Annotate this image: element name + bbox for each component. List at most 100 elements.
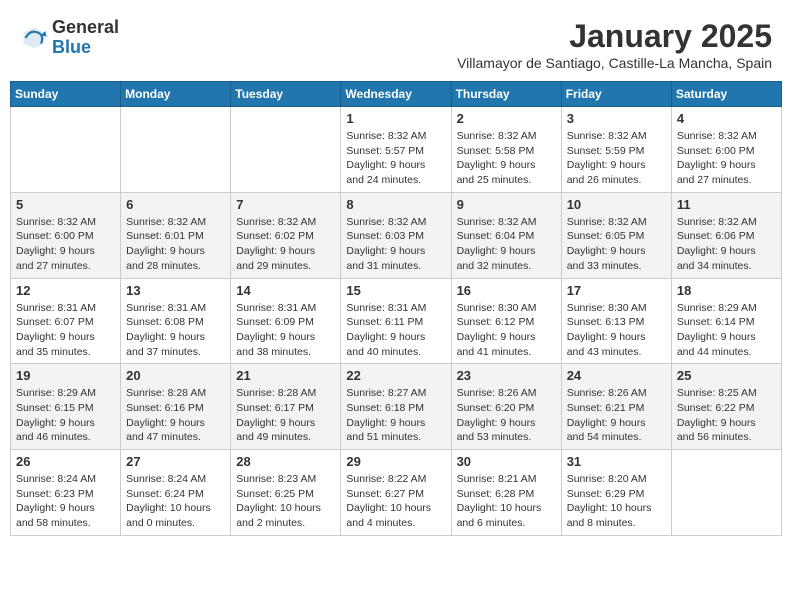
day-detail: Sunrise: 8:31 AM Sunset: 6:08 PM Dayligh… [126,301,225,360]
weekday-header-tuesday: Tuesday [231,82,341,107]
calendar-cell: 17 Sunrise: 8:30 AM Sunset: 6:13 PM Dayli… [561,278,671,364]
day-number: 10 [567,197,666,212]
day-detail: Sunrise: 8:26 AM Sunset: 6:20 PM Dayligh… [457,386,556,445]
day-detail: Sunrise: 8:20 AM Sunset: 6:29 PM Dayligh… [567,472,666,531]
day-detail: Sunrise: 8:24 AM Sunset: 6:24 PM Dayligh… [126,472,225,531]
calendar-cell: 1 Sunrise: 8:32 AM Sunset: 5:57 PM Daylig… [341,107,451,193]
calendar-week-row: 19Sunrise: 8:29 AM Sunset: 6:15 PM Dayli… [11,364,782,450]
title-area: January 2025 Villamayor de Santiago, Cas… [457,18,772,71]
calendar-week-row: 1 Sunrise: 8:32 AM Sunset: 5:57 PM Daylig… [11,107,782,193]
day-detail: Sunrise: 8:32 AM Sunset: 5:57 PM Dayligh… [346,129,445,188]
logo-icon [20,24,48,52]
day-detail: Sunrise: 8:30 AM Sunset: 6:13 PM Dayligh… [567,301,666,360]
calendar-cell: 10 Sunrise: 8:32 AM Sunset: 6:05 PM Dayli… [561,192,671,278]
day-number: 31 [567,454,666,469]
page-header: General Blue January 2025 Villamayor de … [10,10,782,75]
day-number: 29 [346,454,445,469]
calendar-cell: 28Sunrise: 8:23 AM Sunset: 6:25 PM Dayli… [231,450,341,536]
day-number: 3 [567,111,666,126]
day-detail: Sunrise: 8:32 AM Sunset: 5:58 PM Dayligh… [457,129,556,188]
weekday-header-friday: Friday [561,82,671,107]
calendar-cell [11,107,121,193]
day-number: 1 [346,111,445,126]
day-detail: Sunrise: 8:32 AM Sunset: 6:03 PM Dayligh… [346,215,445,274]
calendar-cell: 9 Sunrise: 8:32 AM Sunset: 6:04 PM Daylig… [451,192,561,278]
day-detail: Sunrise: 8:21 AM Sunset: 6:28 PM Dayligh… [457,472,556,531]
calendar-cell: 24Sunrise: 8:26 AM Sunset: 6:21 PM Dayli… [561,364,671,450]
day-number: 27 [126,454,225,469]
day-detail: Sunrise: 8:25 AM Sunset: 6:22 PM Dayligh… [677,386,776,445]
logo-blue-text: Blue [52,37,91,57]
day-detail: Sunrise: 8:32 AM Sunset: 6:05 PM Dayligh… [567,215,666,274]
day-detail: Sunrise: 8:32 AM Sunset: 5:59 PM Dayligh… [567,129,666,188]
day-detail: Sunrise: 8:29 AM Sunset: 6:14 PM Dayligh… [677,301,776,360]
logo-general-text: General [52,17,119,37]
day-detail: Sunrise: 8:32 AM Sunset: 6:00 PM Dayligh… [16,215,115,274]
calendar-cell: 14 Sunrise: 8:31 AM Sunset: 6:09 PM Dayli… [231,278,341,364]
day-detail: Sunrise: 8:28 AM Sunset: 6:17 PM Dayligh… [236,386,335,445]
day-detail: Sunrise: 8:31 AM Sunset: 6:09 PM Dayligh… [236,301,335,360]
calendar-table: SundayMondayTuesdayWednesdayThursdayFrid… [10,81,782,536]
day-number: 14 [236,283,335,298]
day-detail: Sunrise: 8:29 AM Sunset: 6:15 PM Dayligh… [16,386,115,445]
day-detail: Sunrise: 8:26 AM Sunset: 6:21 PM Dayligh… [567,386,666,445]
calendar-cell: 15 Sunrise: 8:31 AM Sunset: 6:11 PM Dayli… [341,278,451,364]
day-number: 17 [567,283,666,298]
day-detail: Sunrise: 8:32 AM Sunset: 6:04 PM Dayligh… [457,215,556,274]
day-detail: Sunrise: 8:22 AM Sunset: 6:27 PM Dayligh… [346,472,445,531]
day-number: 26 [16,454,115,469]
day-detail: Sunrise: 8:28 AM Sunset: 6:16 PM Dayligh… [126,386,225,445]
day-number: 18 [677,283,776,298]
calendar-cell: 18 Sunrise: 8:29 AM Sunset: 6:14 PM Dayli… [671,278,781,364]
calendar-cell: 4Sunrise: 8:32 AM Sunset: 6:00 PM Daylig… [671,107,781,193]
calendar-cell: 16 Sunrise: 8:30 AM Sunset: 6:12 PM Dayli… [451,278,561,364]
day-number: 15 [346,283,445,298]
calendar-cell: 19Sunrise: 8:29 AM Sunset: 6:15 PM Dayli… [11,364,121,450]
day-number: 20 [126,368,225,383]
weekday-header-wednesday: Wednesday [341,82,451,107]
month-title: January 2025 [457,18,772,55]
calendar-cell: 13Sunrise: 8:31 AM Sunset: 6:08 PM Dayli… [121,278,231,364]
day-number: 22 [346,368,445,383]
day-number: 30 [457,454,556,469]
day-number: 8 [346,197,445,212]
day-number: 23 [457,368,556,383]
calendar-cell [121,107,231,193]
day-detail: Sunrise: 8:23 AM Sunset: 6:25 PM Dayligh… [236,472,335,531]
calendar-week-row: 26 Sunrise: 8:24 AM Sunset: 6:23 PM Dayli… [11,450,782,536]
day-number: 5 [16,197,115,212]
day-number: 16 [457,283,556,298]
calendar-cell: 25 Sunrise: 8:25 AM Sunset: 6:22 PM Dayli… [671,364,781,450]
calendar-cell: 20 Sunrise: 8:28 AM Sunset: 6:16 PM Dayli… [121,364,231,450]
day-detail: Sunrise: 8:30 AM Sunset: 6:12 PM Dayligh… [457,301,556,360]
weekday-header-monday: Monday [121,82,231,107]
day-detail: Sunrise: 8:32 AM Sunset: 6:06 PM Dayligh… [677,215,776,274]
day-number: 21 [236,368,335,383]
calendar-cell: 30 Sunrise: 8:21 AM Sunset: 6:28 PM Dayli… [451,450,561,536]
calendar-cell: 22Sunrise: 8:27 AM Sunset: 6:18 PM Dayli… [341,364,451,450]
logo: General Blue [20,18,119,58]
day-number: 25 [677,368,776,383]
logo-text: General Blue [52,18,119,58]
calendar-cell: 31 Sunrise: 8:20 AM Sunset: 6:29 PM Dayli… [561,450,671,536]
calendar-cell: 12Sunrise: 8:31 AM Sunset: 6:07 PM Dayli… [11,278,121,364]
day-detail: Sunrise: 8:32 AM Sunset: 6:02 PM Dayligh… [236,215,335,274]
day-detail: Sunrise: 8:24 AM Sunset: 6:23 PM Dayligh… [16,472,115,531]
calendar-cell [671,450,781,536]
day-detail: Sunrise: 8:32 AM Sunset: 6:00 PM Dayligh… [677,129,776,188]
calendar-cell: 23 Sunrise: 8:26 AM Sunset: 6:20 PM Dayli… [451,364,561,450]
day-number: 7 [236,197,335,212]
calendar-week-row: 5 Sunrise: 8:32 AM Sunset: 6:00 PM Daylig… [11,192,782,278]
calendar-cell: 26 Sunrise: 8:24 AM Sunset: 6:23 PM Dayli… [11,450,121,536]
calendar-cell: 8 Sunrise: 8:32 AM Sunset: 6:03 PM Daylig… [341,192,451,278]
day-number: 2 [457,111,556,126]
day-detail: Sunrise: 8:31 AM Sunset: 6:07 PM Dayligh… [16,301,115,360]
location-subtitle: Villamayor de Santiago, Castille-La Manc… [457,55,772,71]
day-detail: Sunrise: 8:32 AM Sunset: 6:01 PM Dayligh… [126,215,225,274]
calendar-cell: 2 Sunrise: 8:32 AM Sunset: 5:58 PM Daylig… [451,107,561,193]
calendar-cell: 11Sunrise: 8:32 AM Sunset: 6:06 PM Dayli… [671,192,781,278]
day-number: 9 [457,197,556,212]
calendar-cell: 29 Sunrise: 8:22 AM Sunset: 6:27 PM Dayli… [341,450,451,536]
day-detail: Sunrise: 8:31 AM Sunset: 6:11 PM Dayligh… [346,301,445,360]
weekday-header-saturday: Saturday [671,82,781,107]
